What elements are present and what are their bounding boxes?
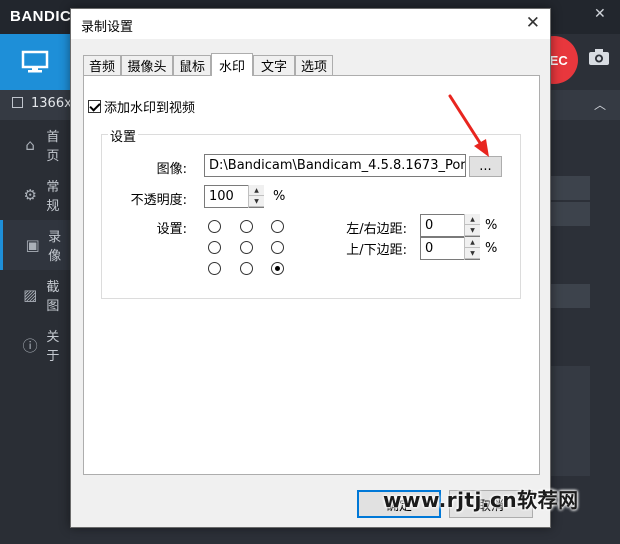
screen-mode-button[interactable] <box>0 34 70 90</box>
image-icon: ▨ <box>23 286 38 304</box>
sidebar-item-image[interactable]: ▨ 截图 <box>0 270 70 320</box>
position-bottom-center-radio[interactable] <box>240 262 253 275</box>
spin-up-icon[interactable]: ▲ <box>249 185 264 196</box>
lr-margin-label: 左/右边距: <box>346 222 407 237</box>
recording-settings-dialog: 录制设置 ✕ 音频 摄像头 鼠标 水印 文字 选项 添加水印到视频 设置 图像:… <box>70 8 551 528</box>
position-bottom-right-radio[interactable] <box>271 262 284 275</box>
browse-button[interactable]: ... <box>469 156 502 177</box>
sidebar-item-general[interactable]: ⚙ 常规 <box>0 170 70 220</box>
position-top-left-radio[interactable] <box>208 220 221 233</box>
position-middle-left-radio[interactable] <box>208 241 221 254</box>
lr-margin-unit: % <box>485 218 498 233</box>
position-bottom-left-radio[interactable] <box>208 262 221 275</box>
add-watermark-checkbox[interactable]: 添加水印到视频 <box>88 97 195 116</box>
position-label: 设置: <box>156 222 187 237</box>
tab-text[interactable]: 文字 <box>253 55 295 75</box>
bg-panel-block <box>550 366 590 476</box>
chevron-up-icon[interactable]: ︿ <box>594 96 606 113</box>
image-label: 图像: <box>156 162 187 177</box>
settings-group-label: 设置 <box>108 126 139 145</box>
image-path-field[interactable]: D:\Bandicam\Bandicam_4.5.8.1673_Portable… <box>204 154 466 177</box>
region-icon <box>12 97 23 108</box>
bandicam-logo: BANDIC <box>10 8 72 25</box>
close-icon[interactable]: ✕ <box>526 13 540 33</box>
opacity-spinner[interactable]: ▲ ▼ <box>248 185 264 208</box>
opacity-unit: % <box>273 189 286 204</box>
resolution-text[interactable]: 1366x <box>12 96 72 111</box>
tab-webcam[interactable]: 摄像头 <box>121 55 173 75</box>
opacity-label: 不透明度: <box>130 193 187 208</box>
sidebar-item-video[interactable]: ▣ 录像 <box>0 220 70 270</box>
position-middle-center-radio[interactable] <box>240 241 253 254</box>
video-icon: ▣ <box>25 236 40 254</box>
position-middle-right-radio[interactable] <box>271 241 284 254</box>
bg-panel-row <box>550 176 590 200</box>
gear-icon: ⚙ <box>23 186 37 204</box>
spin-down-icon[interactable]: ▼ <box>249 196 264 207</box>
dialog-titlebar[interactable]: 录制设置 ✕ <box>71 9 550 39</box>
home-icon: ⌂ <box>25 136 35 154</box>
tb-margin-spinner[interactable]: ▲ ▼ <box>464 237 480 260</box>
tab-watermark[interactable]: 水印 <box>211 53 253 76</box>
position-top-right-radio[interactable] <box>271 220 284 233</box>
tb-margin-unit: % <box>485 241 498 256</box>
tab-audio[interactable]: 音频 <box>83 55 121 75</box>
checkbox-checked-icon[interactable] <box>88 100 101 113</box>
spin-up-icon[interactable]: ▲ <box>465 237 480 248</box>
camera-icon[interactable] <box>588 48 610 70</box>
spin-up-icon[interactable]: ▲ <box>465 214 480 225</box>
site-watermark-text: www.rjtj.cn软荐网 <box>383 488 579 512</box>
tab-mouse[interactable]: 鼠标 <box>173 55 211 75</box>
bg-panel-row <box>550 202 590 226</box>
bg-panel-row <box>550 284 590 308</box>
tb-margin-label: 上/下边距: <box>346 243 407 258</box>
spin-down-icon[interactable]: ▼ <box>465 225 480 236</box>
position-top-center-radio[interactable] <box>240 220 253 233</box>
monitor-icon <box>21 50 49 73</box>
info-icon: ⓘ <box>22 336 38 355</box>
sidebar-item-home[interactable]: ⌂ 首页 <box>0 120 70 170</box>
dialog-title: 录制设置 <box>81 20 134 35</box>
lr-margin-spinner[interactable]: ▲ ▼ <box>464 214 480 237</box>
sidebar-item-about[interactable]: ⓘ 关于 <box>0 320 70 370</box>
close-main-icon[interactable]: ✕ <box>594 6 606 22</box>
tab-options[interactable]: 选项 <box>295 55 333 75</box>
spin-down-icon[interactable]: ▼ <box>465 248 480 259</box>
main-sidebar: ⌂ 首页 ⚙ 常规 ▣ 录像 ▨ 截图 ⓘ 关于 <box>0 120 70 544</box>
